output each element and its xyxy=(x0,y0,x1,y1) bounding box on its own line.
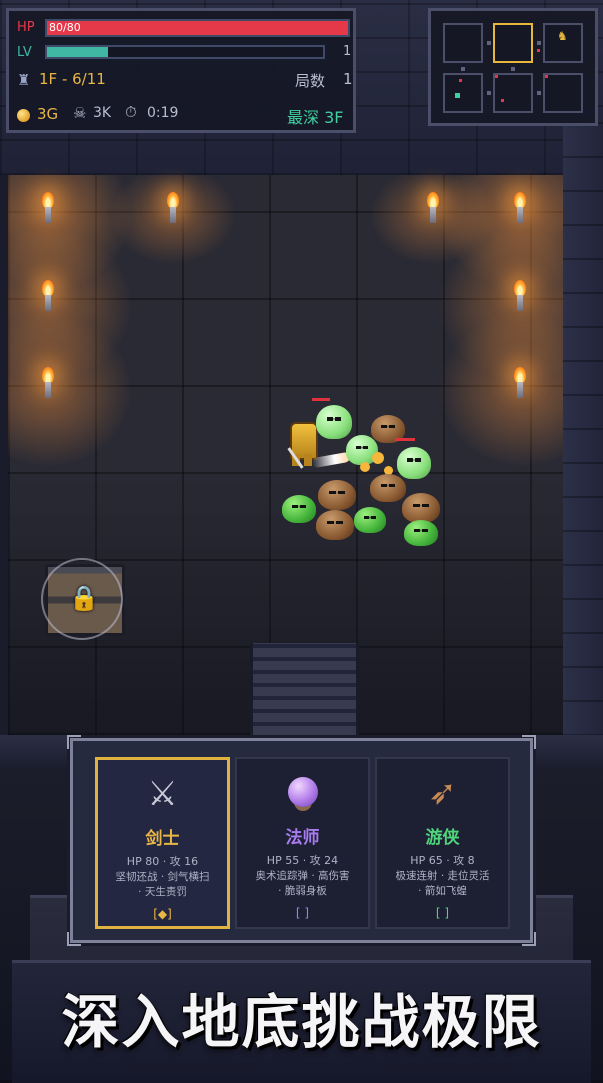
minimap[interactable]: ♞ xyxy=(428,8,598,126)
panel-corner-ornament xyxy=(522,735,536,749)
lv-bar-fill xyxy=(47,47,108,57)
mud-slime-enemy xyxy=(370,474,406,502)
lv-bar xyxy=(45,45,325,59)
enemy-hp-bar xyxy=(395,438,415,441)
minimap-door xyxy=(461,67,465,71)
minimap-room xyxy=(443,73,483,113)
lv-label: LV xyxy=(17,45,32,60)
exit-stairs[interactable] xyxy=(250,643,359,735)
bow-icon: ➶ xyxy=(428,773,457,813)
selection-indicator: [ ] xyxy=(435,906,450,920)
gold-count: 3G xyxy=(37,105,59,123)
class-name: 游侠 xyxy=(425,828,460,848)
lv-value: 1 xyxy=(343,44,352,59)
promo-headline: 深入地底挑战极限 xyxy=(61,988,542,1056)
class-skills-line-1: 极速连射 · 走位灵活 xyxy=(395,870,490,882)
panel-corner-ornament xyxy=(67,932,81,946)
minimap-door xyxy=(487,41,491,45)
minimap-enemy-dot xyxy=(537,49,540,52)
gold-coin-icon xyxy=(17,109,30,122)
castle-icon: ♜ xyxy=(17,71,31,89)
hp-bar-fill xyxy=(47,21,348,35)
minimap-enemy-dot xyxy=(459,79,462,82)
stopwatch-icon: ⏱ xyxy=(125,103,137,121)
green-slime-enemy xyxy=(282,495,316,523)
hp-label: HP xyxy=(17,20,35,35)
class-name: 法师 xyxy=(285,828,320,848)
green-slime-enemy xyxy=(404,520,438,546)
pale-slime-enemy xyxy=(397,447,431,479)
mud-slime-enemy xyxy=(316,510,354,540)
minimap-room: ♞ xyxy=(543,23,583,63)
minimap-enemy-dot xyxy=(545,75,548,78)
selection-indicator: [◆] xyxy=(153,907,172,921)
torch-icon xyxy=(40,192,56,226)
minimap-item-dot xyxy=(455,93,460,98)
minimap-room xyxy=(493,73,533,113)
status-hud: HP 80/80 LV 1 ♜ 1F - 6/11 局数 1 3G ☠ 3K ⏱… xyxy=(6,8,356,133)
minimap-door xyxy=(487,91,491,95)
minimap-door xyxy=(537,41,541,45)
torch-icon xyxy=(512,367,528,401)
class-card-swordsman[interactable]: ⚔ 剑士 HP 80 · 攻 16 坚韧还战 · 剑气横扫 · 天生责罚 [◆] xyxy=(95,757,230,929)
mud-slime-enemy xyxy=(402,493,440,523)
minimap-door xyxy=(511,67,515,71)
run-timer: 0:19 xyxy=(147,105,179,121)
deepest-floor: 最深 3F xyxy=(287,108,344,127)
player-marker-icon: ♞ xyxy=(557,29,568,43)
class-stats: HP 65 · 攻 8 xyxy=(410,854,475,867)
torch-icon xyxy=(512,192,528,226)
selection-indicator: [ ] xyxy=(295,906,310,920)
minimap-room-current xyxy=(493,23,533,63)
rounds-value: 1 xyxy=(343,70,353,88)
class-skills-line-2: · 箭如飞蝗 xyxy=(418,885,467,897)
torch-icon xyxy=(512,280,528,314)
class-stats: HP 55 · 攻 24 xyxy=(266,854,339,867)
class-select-panel: ⚔ 剑士 HP 80 · 攻 16 坚韧还战 · 剑气横扫 · 天生责罚 [◆]… xyxy=(67,735,536,946)
hit-spark-effect xyxy=(360,462,370,472)
class-skills: 极速连射 · 走位灵活 · 箭如飞蝗 xyxy=(381,869,504,899)
floor-progress: 1F - 6/11 xyxy=(39,70,106,88)
minimap-room xyxy=(443,23,483,63)
pale-slime-enemy xyxy=(316,405,352,439)
minimap-door xyxy=(537,91,541,95)
enemy-hp-bar xyxy=(312,398,330,401)
skull-icon: ☠ xyxy=(73,104,87,122)
class-skills: 奥术追踪弹 · 高伤害 · 脆弱身板 xyxy=(241,869,364,899)
minimap-enemy-dot xyxy=(495,75,498,78)
class-skills-line-2: · 天生责罚 xyxy=(138,886,187,898)
crossed-swords-icon: ⚔ xyxy=(147,774,178,814)
torch-icon xyxy=(40,367,56,401)
hp-value: 80/80 xyxy=(49,21,81,34)
dungeon-wall-left xyxy=(0,175,8,770)
class-skills-line-1: 坚韧还战 · 剑气横扫 xyxy=(115,871,210,883)
rounds-label: 局数 xyxy=(295,72,326,90)
class-skills: 坚韧还战 · 剑气横扫 · 天生责罚 xyxy=(102,870,223,900)
dungeon-wall-right xyxy=(563,120,603,770)
kill-count: 3K xyxy=(93,105,112,121)
class-skills-line-1: 奥术追踪弹 · 高伤害 xyxy=(255,870,350,882)
torch-icon xyxy=(165,192,181,226)
torch-icon xyxy=(40,280,56,314)
class-name: 剑士 xyxy=(145,829,180,849)
panel-corner-ornament xyxy=(522,932,536,946)
mud-slime-enemy xyxy=(318,480,356,510)
class-skills-line-2: · 脆弱身板 xyxy=(278,885,327,897)
padlock-icon: 🔒 xyxy=(69,584,99,612)
class-card-ranger[interactable]: ➶ 游侠 HP 65 · 攻 8 极速连射 · 走位灵活 · 箭如飞蝗 [ ] xyxy=(375,757,510,929)
hp-bar: 80/80 xyxy=(45,19,350,37)
minimap-enemy-dot xyxy=(501,99,504,102)
hit-spark-effect xyxy=(372,452,384,464)
panel-corner-ornament xyxy=(67,735,81,749)
class-card-mage[interactable]: 法师 HP 55 · 攻 24 奥术追踪弹 · 高伤害 · 脆弱身板 [ ] xyxy=(235,757,370,929)
green-slime-enemy xyxy=(354,507,386,533)
class-stats: HP 80 · 攻 16 xyxy=(126,855,199,868)
locked-treasure-chest[interactable]: 🔒 xyxy=(41,558,125,640)
crystal-ball-icon xyxy=(237,773,368,813)
minimap-room xyxy=(543,73,583,113)
torch-icon xyxy=(425,192,441,226)
